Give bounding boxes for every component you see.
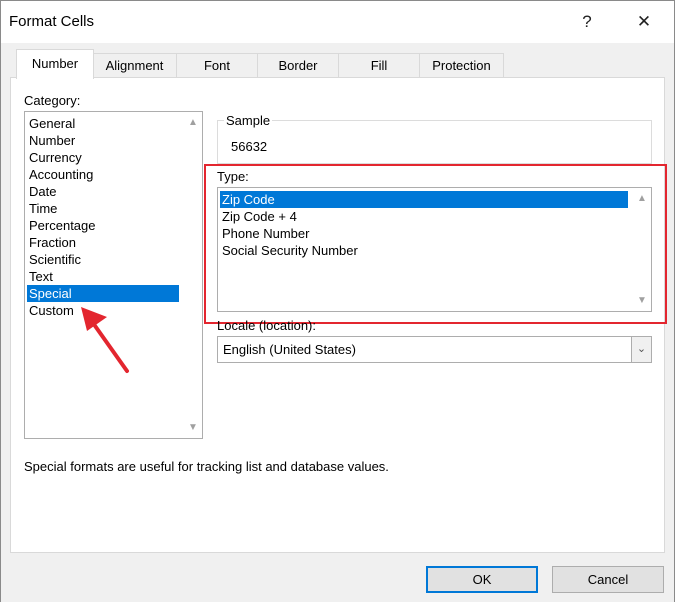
type-item-zip-code-plus-4[interactable]: Zip Code + 4 [220, 208, 628, 225]
type-item-zip-code[interactable]: Zip Code [220, 191, 628, 208]
chevron-up-icon[interactable]: ▲ [184, 114, 202, 131]
category-scrollbar[interactable]: ▲ ▼ [184, 112, 202, 438]
tab-alignment[interactable]: Alignment [92, 53, 177, 78]
category-item-general[interactable]: General [27, 115, 179, 132]
sample-label: Sample [224, 113, 273, 128]
category-item-number[interactable]: Number [27, 132, 179, 149]
tab-number[interactable]: Number [16, 49, 94, 79]
tab-font[interactable]: Font [176, 53, 258, 78]
category-list[interactable]: General Number Currency Accounting Date … [24, 111, 203, 439]
close-button[interactable]: ✕ [629, 9, 659, 35]
chevron-down-icon[interactable]: ⌄ [631, 337, 651, 362]
chevron-up-icon[interactable]: ▲ [633, 190, 651, 207]
ok-button[interactable]: OK [426, 566, 538, 593]
tab-border[interactable]: Border [257, 53, 339, 78]
category-label: Category: [24, 93, 81, 108]
format-cells-dialog: Format Cells ? ✕ Number Alignment Font B… [0, 0, 675, 602]
chevron-down-icon[interactable]: ▼ [633, 292, 651, 309]
category-item-date[interactable]: Date [27, 183, 179, 200]
category-item-currency[interactable]: Currency [27, 149, 179, 166]
type-list[interactable]: Zip Code Zip Code + 4 Phone Number Socia… [217, 187, 652, 312]
category-item-fraction[interactable]: Fraction [27, 234, 179, 251]
tab-protection[interactable]: Protection [419, 53, 504, 78]
format-description: Special formats are useful for tracking … [24, 459, 389, 474]
locale-label: Locale (location): [217, 318, 316, 333]
sample-groupbox [217, 120, 652, 164]
tab-fill[interactable]: Fill [338, 53, 420, 78]
type-item-phone-number[interactable]: Phone Number [220, 225, 628, 242]
chevron-down-icon[interactable]: ▼ [184, 419, 202, 436]
category-item-scientific[interactable]: Scientific [27, 251, 179, 268]
title-bar: Format Cells ? ✕ [1, 1, 674, 43]
type-label: Type: [217, 169, 249, 184]
type-scrollbar[interactable]: ▲ ▼ [633, 188, 651, 311]
locale-dropdown[interactable]: English (United States) ⌄ [217, 336, 652, 363]
category-item-percentage[interactable]: Percentage [27, 217, 179, 234]
dialog-title: Format Cells [9, 13, 95, 30]
cancel-button[interactable]: Cancel [552, 566, 664, 593]
number-tab-panel: Category: General Number Currency Accoun… [10, 77, 667, 553]
sample-value: 56632 [231, 139, 268, 154]
category-item-text[interactable]: Text [27, 268, 179, 285]
category-item-special[interactable]: Special [27, 285, 179, 302]
type-item-social-security-number[interactable]: Social Security Number [220, 242, 628, 259]
red-arrow-annotation [81, 307, 129, 373]
category-item-time[interactable]: Time [27, 200, 179, 217]
category-item-accounting[interactable]: Accounting [27, 166, 179, 183]
locale-value: English (United States) [223, 342, 356, 357]
button-bar: OK Cancel [1, 554, 674, 602]
help-button[interactable]: ? [572, 9, 602, 35]
